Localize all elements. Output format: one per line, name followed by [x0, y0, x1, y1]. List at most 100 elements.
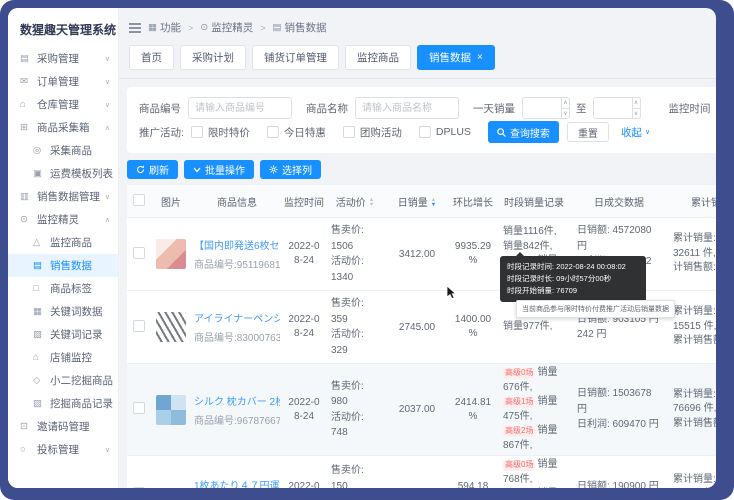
- product-sku: 商品编号:830007630: [194, 333, 280, 344]
- sidebar-item-goods-tag[interactable]: □ 商品标签: [8, 277, 118, 300]
- day-sales-max-input[interactable]: [593, 98, 632, 118]
- breadcrumb-item-sales[interactable]: ▤ 销售数据: [272, 20, 326, 35]
- step-down-icon[interactable]: ∨: [562, 109, 569, 119]
- sidebar-item-bidding[interactable]: ○ 投标管理 ∨: [8, 438, 118, 461]
- product-name-link[interactable]: シルク 枕カバー 2枚入り...: [194, 393, 280, 408]
- mining-goods-icon: ◇: [33, 375, 41, 386]
- chevron-down-icon: ∨: [644, 129, 651, 136]
- sidebar-item-label: 运费模板列表: [50, 168, 113, 180]
- monitor-date-cell: 2022-08-24: [283, 455, 325, 488]
- day-sales-min-input[interactable]: [523, 98, 561, 118]
- row-checkbox[interactable]: [133, 246, 145, 259]
- sidebar-item-collect-box[interactable]: ⊞ 商品采集箱 ∧: [8, 116, 118, 139]
- cumulative-cell: 累计销量: 76696 件, 累计销售额:: [667, 363, 716, 456]
- checkbox-icon: [266, 126, 279, 138]
- deal-line: 日销额: 1503678 円: [577, 388, 652, 415]
- sidebar-item-warehouse[interactable]: ⌂ 仓库管理 ∨: [8, 93, 118, 116]
- tab-采购计划[interactable]: 采购计划: [180, 45, 246, 70]
- refresh-button[interactable]: 刷新: [127, 160, 178, 179]
- row-checkbox[interactable]: [133, 319, 145, 332]
- price-cell: 售卖价: 150活动价: 100: [325, 455, 385, 488]
- day-sales-label: 一天销量: [473, 102, 515, 115]
- day-sales-min-stepper[interactable]: ∧ ∨: [522, 97, 570, 119]
- product-info-cell: 【国内即発送6枚セット】シ... 商品编号:951196818: [191, 217, 283, 291]
- growth-cell: 9935.29 %: [449, 217, 497, 291]
- sidebar-item-label: 关键词记录: [50, 329, 103, 341]
- step-up-icon[interactable]: ∧: [632, 98, 640, 109]
- filter-row-2: 推广活动: 限时特价 今日特惠 团购活动 DPLUS 查询搜索 重置 收起 ∨: [127, 120, 716, 144]
- sidebar-item-shop-monitor[interactable]: ⌂ 店铺监控: [8, 346, 118, 369]
- product-name-link[interactable]: 1枚あたり４７円運賃5枚...: [194, 477, 280, 488]
- sort-icons[interactable]: ▲ ▼: [369, 198, 374, 207]
- product-info-cell: シルク 枕カバー 2枚入り... 商品编号:967876678: [191, 363, 283, 456]
- step-down-icon[interactable]: ∨: [633, 109, 640, 119]
- sidebar-item-label: 投标管理: [37, 444, 79, 456]
- column-header: 活动价 ▲ ▼: [325, 185, 385, 218]
- tooltip-line: 时段记录时间: 2022-08-24 00:08:02: [507, 262, 626, 271]
- column-header: 监控时间: [283, 185, 325, 218]
- row-checkbox-cell: [127, 363, 151, 456]
- select-all-checkbox[interactable]: [133, 193, 145, 206]
- column-header-label: 日成交数据: [594, 197, 644, 209]
- row-checkbox[interactable]: [133, 402, 145, 414]
- promo-checkbox-today[interactable]: 今日特惠: [266, 125, 326, 140]
- promo-checkbox-group[interactable]: 团购活动: [342, 125, 402, 140]
- breadcrumb-separator: >: [260, 22, 266, 33]
- sidebar-item-label: 采购管理: [37, 53, 79, 65]
- price-line: 售卖价: 150: [331, 465, 364, 488]
- sort-icons[interactable]: ▲ ▼: [431, 198, 436, 207]
- reset-button[interactable]: 重置: [566, 122, 609, 142]
- select-columns-button[interactable]: 选择列: [260, 160, 321, 179]
- sidebar-item-freight-template[interactable]: ▣ 运费模板列表: [8, 162, 118, 185]
- search-button[interactable]: 查询搜索: [487, 121, 559, 143]
- sidebar-item-label: 关键词数据: [50, 306, 103, 318]
- promo-checkbox-dplus[interactable]: DPLUS: [418, 126, 471, 138]
- step-up-icon[interactable]: ∧: [562, 98, 569, 109]
- deal-data-cell: 日销额: 190900 円日利润: 76360 円: [571, 455, 667, 488]
- deal-line: 日销额: 190900 円: [577, 480, 659, 488]
- batch-actions-button[interactable]: 批量操作: [184, 160, 254, 179]
- product-no-input[interactable]: [188, 97, 292, 119]
- sidebar-item-label: 店铺监控: [50, 352, 92, 364]
- sidebar-item-keyword-data[interactable]: ▦ 关键词数据: [8, 300, 118, 323]
- tab-铺货订单管理[interactable]: 铺货订单管理: [252, 45, 339, 70]
- product-no-label: 商品编号: [139, 102, 181, 115]
- row-checkbox-cell: [127, 290, 151, 364]
- sidebar-item-label: 销售数据管理: [37, 191, 100, 203]
- promo-label: 推广活动:: [139, 126, 184, 139]
- sidebar-item-mining-goods[interactable]: ◇ 小二挖掘商品: [8, 369, 118, 392]
- product-name-link[interactable]: 【国内即発送6枚セット】シ...: [194, 237, 280, 252]
- column-header: 环比增长: [449, 185, 497, 218]
- day-sales-max-stepper[interactable]: ∧ ∨: [592, 97, 641, 119]
- collapse-menu-icon[interactable]: [129, 22, 141, 33]
- sidebar-item-sales-data[interactable]: ▤ 销售数据: [8, 254, 118, 277]
- promo-checkbox-flash[interactable]: 限时特价: [190, 125, 250, 140]
- product-image-cell: [151, 363, 191, 456]
- sidebar-item-sales-data-mgmt[interactable]: ▥ 销售数据管理 ∨: [8, 185, 118, 208]
- sidebar-item-collect-goods[interactable]: ◎ 采集商品: [8, 139, 118, 162]
- breadcrumb-item-func[interactable]: ▦ 功能: [148, 20, 181, 35]
- sidebar-item-invite-code[interactable]: ⊡ 邀请码管理: [8, 415, 118, 438]
- tab-首页[interactable]: 首页: [129, 45, 174, 70]
- column-header: [127, 185, 151, 218]
- bidding-icon: ○: [20, 444, 26, 455]
- close-icon[interactable]: ×: [477, 52, 483, 63]
- sidebar-item-monitor-goods[interactable]: △ 监控商品: [8, 231, 118, 254]
- tab-监控商品[interactable]: 监控商品: [345, 45, 411, 70]
- product-name-link[interactable]: アイライナーペンシル ウ...: [194, 310, 280, 325]
- sidebar-item-label: 挖掘商品记录: [50, 398, 113, 410]
- breadcrumb-item-monitor[interactable]: ⊙ 监控精灵: [200, 20, 253, 35]
- collapse-filters-link[interactable]: 收起 ∨: [621, 125, 650, 140]
- column-header-label: 时段销量记录: [504, 197, 564, 209]
- shop-monitor-icon: ⌂: [33, 352, 39, 363]
- sidebar-item-order[interactable]: ✉ 订单管理 ∨: [8, 70, 118, 93]
- sidebar-item-keyword-log[interactable]: ▧ 关键词记录: [8, 323, 118, 346]
- sidebar-item-mining-log[interactable]: ▨ 挖掘商品记录: [8, 392, 118, 415]
- chevron-down-icon: ∨: [104, 78, 110, 86]
- daily-sales-cell: 3412.00: [385, 217, 449, 291]
- row-checkbox[interactable]: [133, 486, 145, 488]
- product-name-input[interactable]: [355, 97, 459, 119]
- tab-销售数据[interactable]: 销售数据 ×: [417, 45, 495, 70]
- sidebar-item-purchase[interactable]: ▤ 采购管理 ∨: [8, 47, 118, 70]
- sidebar-item-monitor-sprite[interactable]: ⊙ 监控精灵 ∧: [8, 208, 118, 231]
